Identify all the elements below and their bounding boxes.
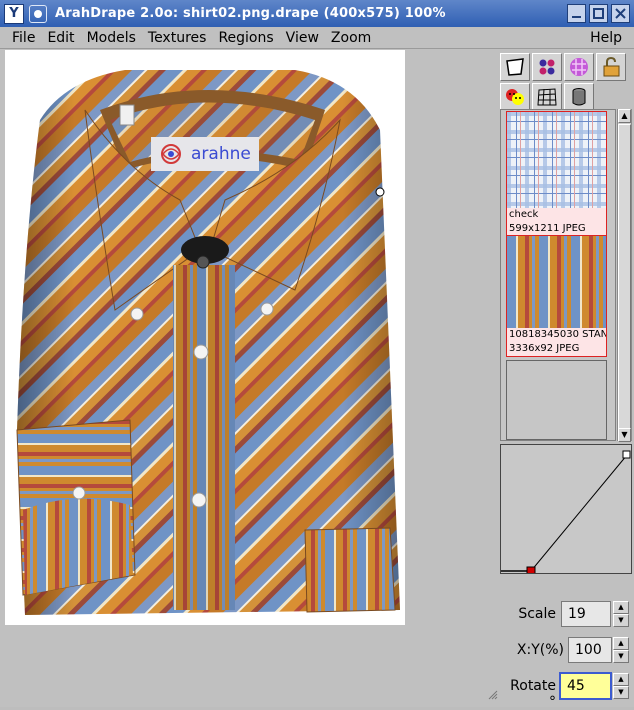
menu-zoom[interactable]: Zoom [325, 30, 377, 46]
spin-down-icon[interactable]: ▼ [613, 686, 629, 699]
curve-point-high[interactable] [622, 450, 631, 459]
rotate-spinner[interactable]: ▲ ▼ [613, 673, 629, 699]
pattern-tool-icon [570, 58, 588, 76]
texture-name: check [509, 209, 539, 220]
texture-thumbnail [507, 236, 606, 328]
rotate-input[interactable] [559, 672, 612, 700]
texture-list-scrollbar[interactable]: ▲ ▼ [617, 109, 632, 442]
texture-info: 3336x92 JPEG [509, 343, 580, 354]
app-icon[interactable]: Y [4, 3, 24, 24]
spin-up-icon[interactable]: ▲ [613, 601, 629, 614]
cylinder-tool-icon [572, 88, 586, 106]
grid-tool-button[interactable] [532, 83, 562, 111]
spin-down-icon[interactable]: ▼ [613, 650, 629, 663]
drape-tool-button[interactable] [500, 53, 530, 81]
menu-regions[interactable]: Regions [212, 30, 279, 46]
drape-tool-icon [506, 58, 524, 76]
arahne-logo-icon [161, 144, 181, 164]
curve-point-low[interactable] [526, 566, 536, 576]
scrollbar-thumb[interactable] [618, 124, 631, 429]
xy-ratio-spinner[interactable]: ▲ ▼ [613, 637, 629, 663]
texture-thumbnail [507, 112, 606, 208]
texture-list[interactable]: check 599x1211 JPEG 10818345030 STANDARD… [500, 109, 616, 441]
menu-edit[interactable]: Edit [41, 30, 80, 46]
maximize-icon [593, 8, 604, 19]
close-icon [615, 8, 626, 19]
resize-grip-icon[interactable] [488, 690, 498, 700]
minimize-button[interactable] [567, 4, 586, 23]
menu-bar: File Edit Models Textures Regions View Z… [0, 27, 634, 49]
grid-tool-icon [537, 88, 557, 106]
scale-label: Scale [518, 606, 556, 622]
arahne-logo-text: arahne [191, 144, 251, 164]
menu-view[interactable]: View [280, 30, 325, 46]
drape-canvas[interactable]: arahne [5, 50, 405, 625]
regions-tool-button[interactable] [532, 53, 562, 81]
masks-tool-button[interactable] [500, 83, 530, 111]
menu-models[interactable]: Models [81, 30, 142, 46]
pattern-tool-button[interactable] [564, 53, 594, 81]
menu-textures[interactable]: Textures [142, 30, 213, 46]
spin-up-icon[interactable]: ▲ [613, 637, 629, 650]
xy-ratio-input[interactable] [568, 637, 612, 663]
window-title: ArahDrape 2.0o: shirt02.png.drape (400x5… [55, 6, 446, 21]
lock-button[interactable] [596, 53, 626, 81]
scale-spinner[interactable]: ▲ ▼ [613, 601, 629, 627]
spin-down-icon[interactable]: ▼ [613, 614, 629, 627]
rotate-label: Rotate ° [510, 678, 556, 710]
minimize-icon [572, 16, 581, 18]
title-bar[interactable]: Y ArahDrape 2.0o: shirt02.png.drape (400… [0, 0, 634, 27]
texture-slot-empty[interactable] [506, 360, 607, 440]
regions-tool-icon [539, 59, 555, 75]
curve-plot [501, 450, 631, 576]
app-window: Y ArahDrape 2.0o: shirt02.png.drape (400… [0, 0, 634, 710]
xy-ratio-label: X:Y(%) [516, 642, 564, 658]
scale-input[interactable] [561, 601, 611, 627]
menu-file[interactable]: File [0, 30, 41, 46]
lock-icon [603, 56, 620, 77]
close-button[interactable] [611, 4, 630, 23]
scroll-up-arrow-icon[interactable]: ▲ [618, 109, 631, 123]
window-menu-icon[interactable] [29, 4, 47, 23]
scroll-down-arrow-icon[interactable]: ▼ [618, 428, 631, 442]
texture-item[interactable]: check 599x1211 JPEG [506, 111, 607, 237]
menu-help[interactable]: Help [584, 30, 634, 46]
masks-tool-icon [506, 89, 524, 105]
spin-up-icon[interactable]: ▲ [613, 673, 629, 686]
curve-editor[interactable] [500, 444, 632, 576]
texture-name: 10818345030 STANDARD [509, 329, 606, 340]
texture-item[interactable]: 10818345030 STANDARD 3336x92 JPEG [506, 235, 607, 357]
cylinder-tool-button[interactable] [564, 83, 594, 111]
maximize-button[interactable] [589, 4, 608, 23]
texture-info: 599x1211 JPEG [509, 223, 586, 234]
arahne-logo: arahne [151, 137, 259, 171]
